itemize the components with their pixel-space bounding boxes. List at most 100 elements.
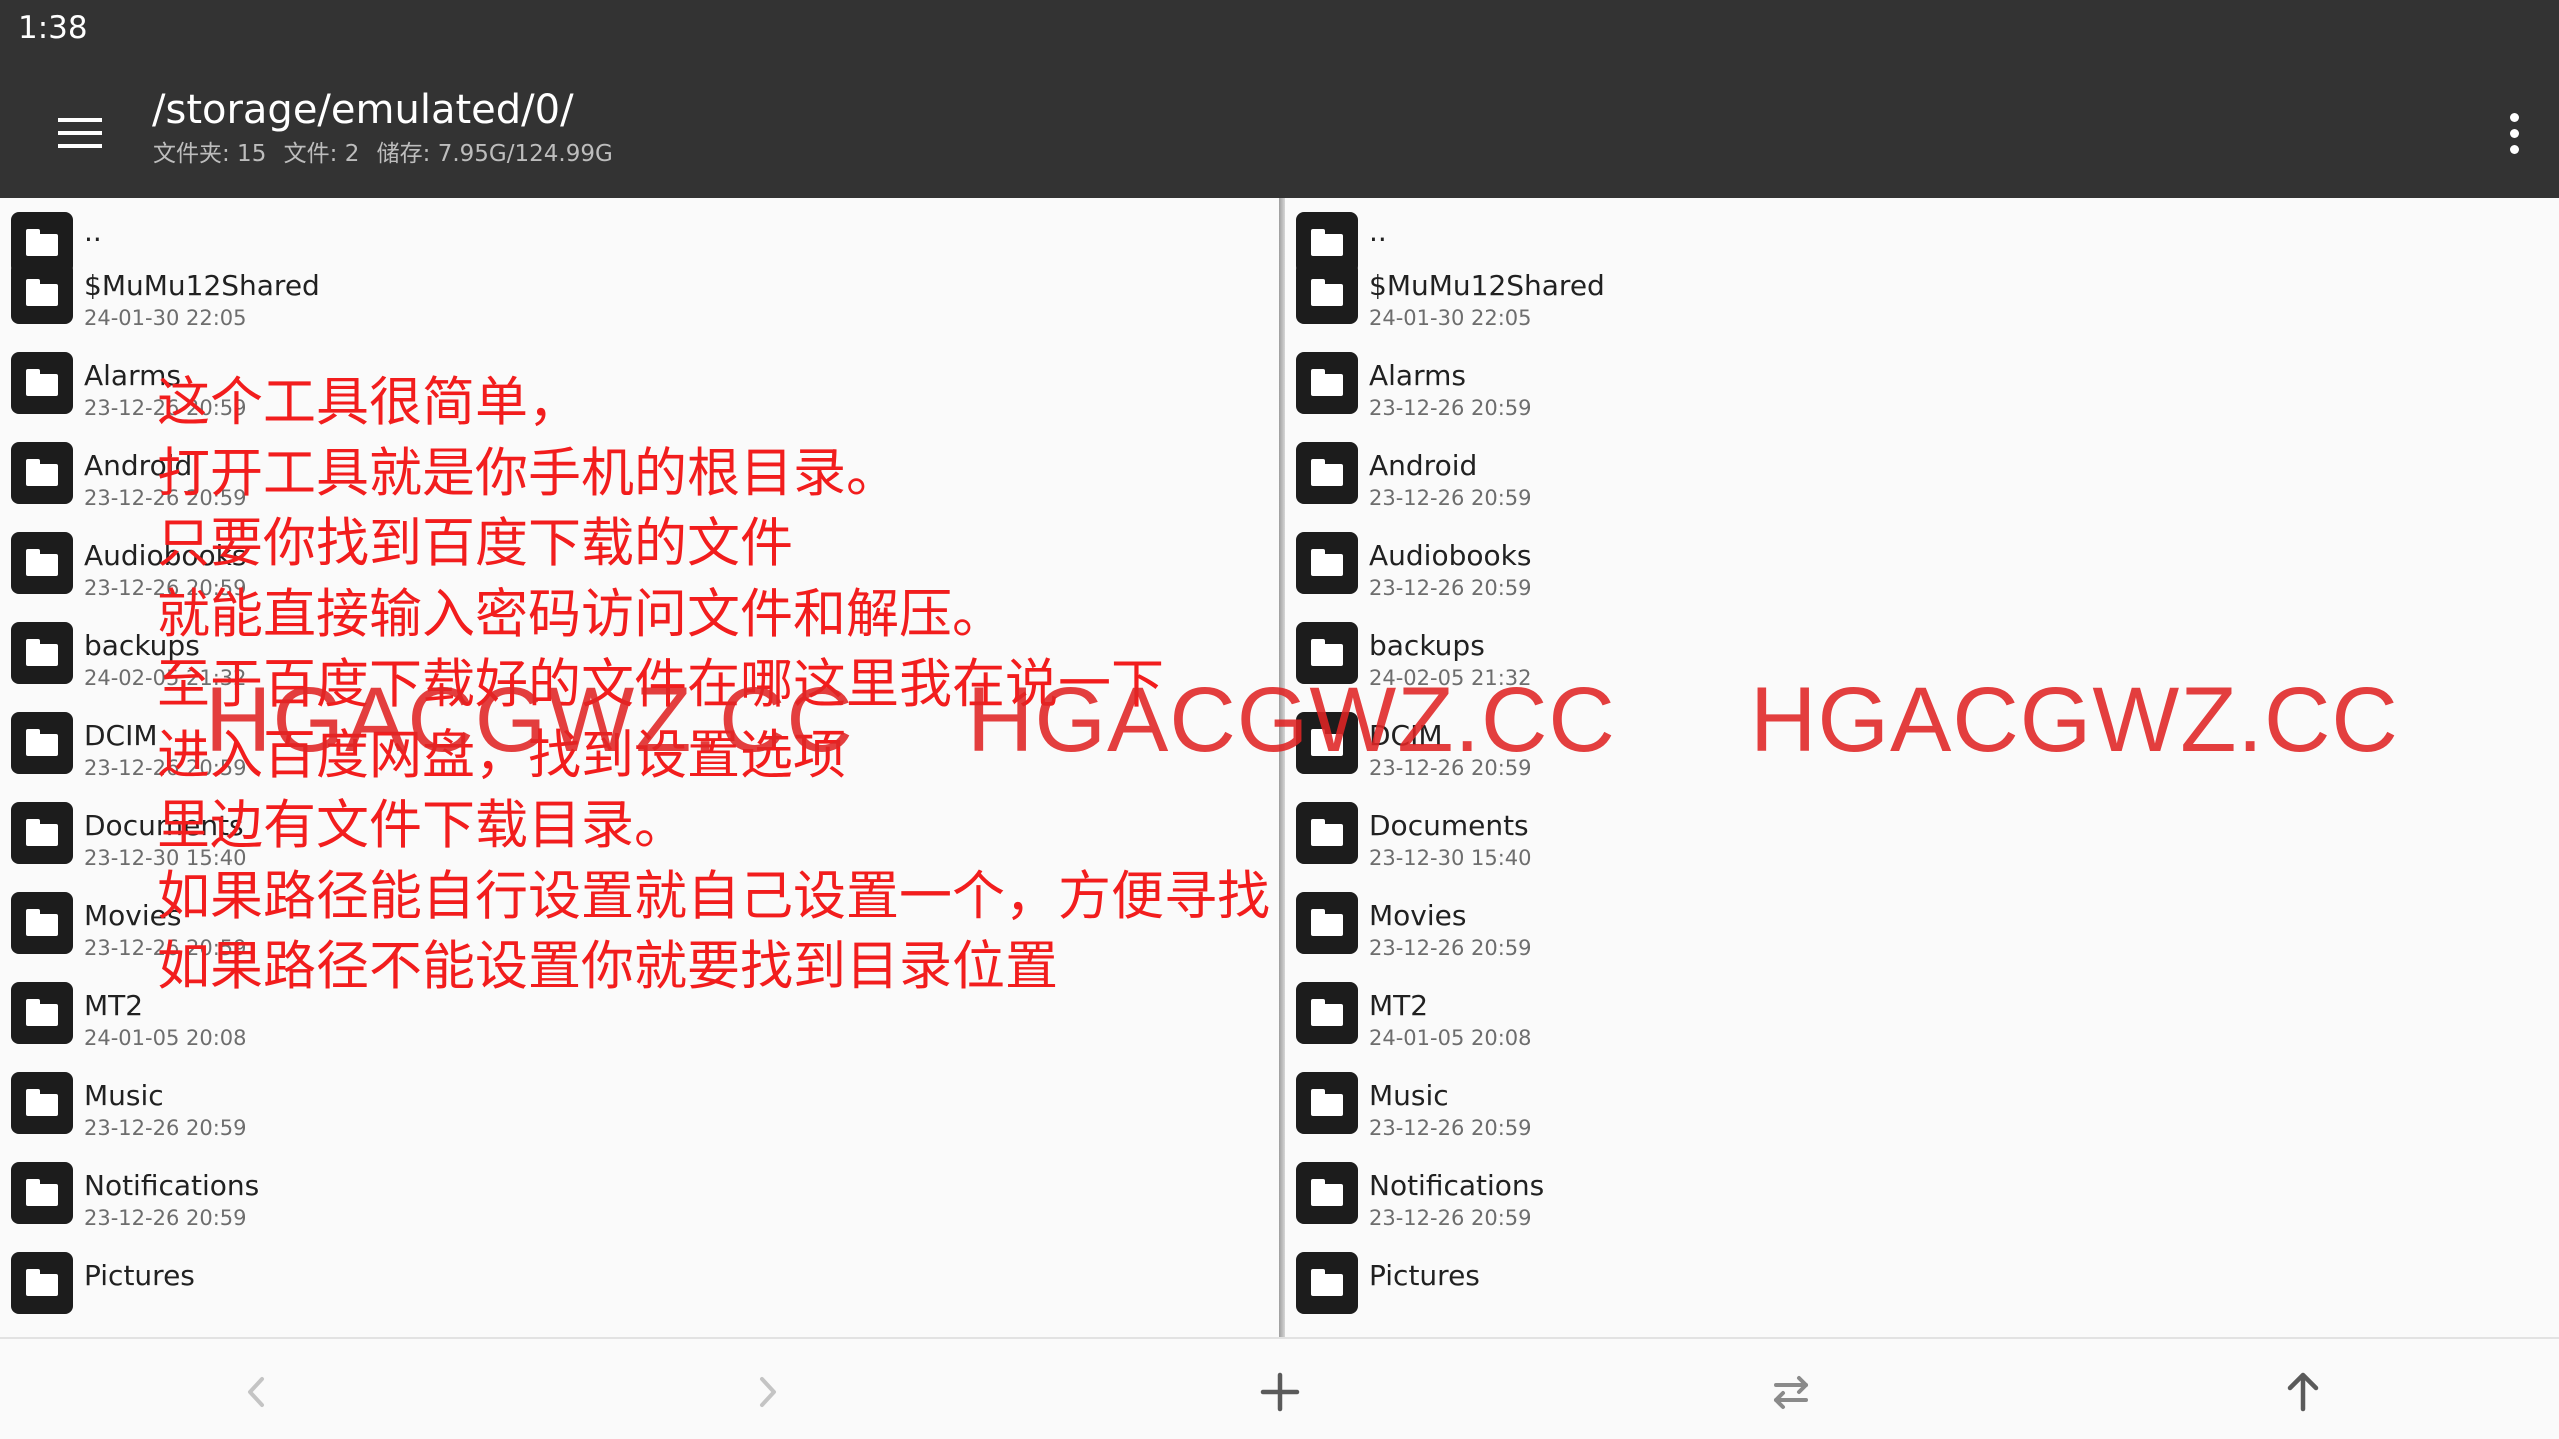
right-file-pane[interactable]: .. $MuMu12Shared 24-01-30 22:05 Alarms 2… — [1285, 198, 2559, 1337]
item-date: 23-12-26 20:59 — [1369, 1206, 1532, 1230]
list-item[interactable]: Audiobooks 23-12-26 20:59 — [1285, 518, 2559, 608]
list-item[interactable]: Movies 23-12-26 20:59 — [1285, 878, 2559, 968]
item-name: Android — [84, 449, 193, 482]
item-name: $MuMu12Shared — [84, 269, 320, 302]
folder-icon — [1296, 712, 1358, 774]
item-name: Alarms — [84, 359, 181, 392]
item-name: DCIM — [1369, 719, 1443, 752]
item-name: Movies — [1369, 899, 1467, 932]
folder-icon — [11, 1072, 73, 1134]
plus-icon[interactable] — [1245, 1357, 1315, 1427]
left-file-pane[interactable]: .. $MuMu12Shared 24-01-30 22:05 Alarms 2… — [0, 198, 1280, 1337]
item-date: 23-12-26 20:59 — [84, 1116, 247, 1140]
item-date: 23-12-26 20:59 — [84, 1206, 247, 1230]
folder-icon — [1296, 982, 1358, 1044]
list-item[interactable]: MT2 24-01-05 20:08 — [1285, 968, 2559, 1058]
item-date: 23-12-26 20:59 — [1369, 396, 1532, 420]
app-toolbar: /storage/emulated/0/ 文件夹: 15 文件: 2 储存: 7… — [0, 58, 2559, 198]
folder-icon — [1296, 442, 1358, 504]
folder-icon — [1296, 1252, 1358, 1314]
folder-icon — [1296, 1072, 1358, 1134]
item-date: 23-12-26 20:59 — [1369, 576, 1532, 600]
list-item[interactable]: Pictures — [1285, 1238, 2559, 1328]
item-date: 24-01-30 22:05 — [1369, 306, 1532, 330]
folder-icon — [11, 532, 73, 594]
list-item[interactable]: Android 23-12-26 20:59 — [0, 428, 1280, 518]
folder-icon — [1296, 262, 1358, 324]
list-item[interactable]: $MuMu12Shared 24-01-30 22:05 — [0, 248, 1280, 338]
item-date: 23-12-26 20:59 — [84, 396, 247, 420]
status-time: 1:38 — [18, 10, 88, 46]
item-name: Android — [1369, 449, 1478, 482]
list-item[interactable]: Alarms 23-12-26 20:59 — [0, 338, 1280, 428]
item-date: 23-12-30 15:40 — [84, 846, 247, 870]
item-date: 23-12-26 20:59 — [1369, 756, 1532, 780]
item-date: 23-12-26 20:59 — [1369, 486, 1532, 510]
list-item[interactable]: DCIM 23-12-26 20:59 — [1285, 698, 2559, 788]
item-name: backups — [1369, 629, 1485, 662]
chevron-left-icon[interactable] — [221, 1357, 291, 1427]
list-item[interactable]: backups 24-02-05 21:32 — [1285, 608, 2559, 698]
storage-usage: 储存: 7.95G/124.99G — [376, 141, 613, 167]
folder-count: 文件夹: 15 — [153, 141, 267, 167]
item-name: Music — [1369, 1079, 1449, 1112]
item-name: Documents — [1369, 809, 1529, 842]
item-name: Music — [84, 1079, 164, 1112]
item-name: Audiobooks — [1369, 539, 1532, 572]
item-date: 23-12-26 20:59 — [84, 576, 247, 600]
list-item[interactable]: Android 23-12-26 20:59 — [1285, 428, 2559, 518]
list-item[interactable]: MT2 24-01-05 20:08 — [0, 968, 1280, 1058]
list-item[interactable]: Movies 23-12-26 20:59 — [0, 878, 1280, 968]
list-item[interactable]: Notifications 23-12-26 20:59 — [1285, 1148, 2559, 1238]
more-vert-icon[interactable] — [2479, 98, 2549, 168]
item-date: 24-01-05 20:08 — [84, 1026, 247, 1050]
item-name: Documents — [84, 809, 244, 842]
list-item[interactable]: Documents 23-12-30 15:40 — [1285, 788, 2559, 878]
hamburger-menu-icon[interactable] — [40, 98, 120, 168]
path-summary: 文件夹: 15 文件: 2 储存: 7.95G/124.99G — [153, 138, 623, 170]
status-bar: 1:38 — [0, 0, 2559, 58]
chevron-right-icon[interactable] — [733, 1357, 803, 1427]
item-name: DCIM — [84, 719, 158, 752]
folder-icon — [11, 1162, 73, 1224]
item-date: 23-12-30 15:40 — [1369, 846, 1532, 870]
list-item[interactable]: Notifications 23-12-26 20:59 — [0, 1148, 1280, 1238]
item-name: $MuMu12Shared — [1369, 269, 1605, 302]
item-name: Notifications — [1369, 1169, 1545, 1202]
file-count: 文件: 2 — [283, 141, 360, 167]
folder-icon — [1296, 892, 1358, 954]
folder-icon — [1296, 352, 1358, 414]
arrow-up-icon[interactable] — [2268, 1357, 2338, 1427]
folder-icon — [11, 1252, 73, 1314]
current-path: /storage/emulated/0/ — [152, 87, 574, 133]
list-item[interactable]: Music 23-12-26 20:59 — [1285, 1058, 2559, 1148]
folder-icon — [11, 892, 73, 954]
item-name: Notifications — [84, 1169, 260, 1202]
item-date: 24-01-05 20:08 — [1369, 1026, 1532, 1050]
folder-icon — [11, 712, 73, 774]
list-item[interactable]: Music 23-12-26 20:59 — [0, 1058, 1280, 1148]
item-name: backups — [84, 629, 200, 662]
folder-icon — [1296, 1162, 1358, 1224]
folder-icon — [1296, 622, 1358, 684]
list-item[interactable]: backups 24-02-05 21:32 — [0, 608, 1280, 698]
item-name: MT2 — [1369, 989, 1429, 1022]
list-item[interactable]: Alarms 23-12-26 20:59 — [1285, 338, 2559, 428]
item-name: Movies — [84, 899, 182, 932]
item-name: Pictures — [1369, 1259, 1480, 1292]
item-date: 24-01-30 22:05 — [84, 306, 247, 330]
list-item[interactable]: DCIM 23-12-26 20:59 — [0, 698, 1280, 788]
swap-icon[interactable] — [1756, 1357, 1826, 1427]
item-date: 24-02-05 21:32 — [84, 666, 247, 690]
item-date: 23-12-26 20:59 — [1369, 936, 1532, 960]
folder-icon — [1296, 802, 1358, 864]
list-item[interactable]: Audiobooks 23-12-26 20:59 — [0, 518, 1280, 608]
item-date: 23-12-26 20:59 — [84, 756, 247, 780]
folder-icon — [11, 262, 73, 324]
list-item[interactable]: $MuMu12Shared 24-01-30 22:05 — [1285, 248, 2559, 338]
item-date: 23-12-26 20:59 — [1369, 1116, 1532, 1140]
list-item[interactable]: Documents 23-12-30 15:40 — [0, 788, 1280, 878]
item-name: .. — [1369, 215, 1387, 248]
list-item[interactable]: Pictures — [0, 1238, 1280, 1328]
item-date: 23-12-26 20:59 — [84, 936, 247, 960]
